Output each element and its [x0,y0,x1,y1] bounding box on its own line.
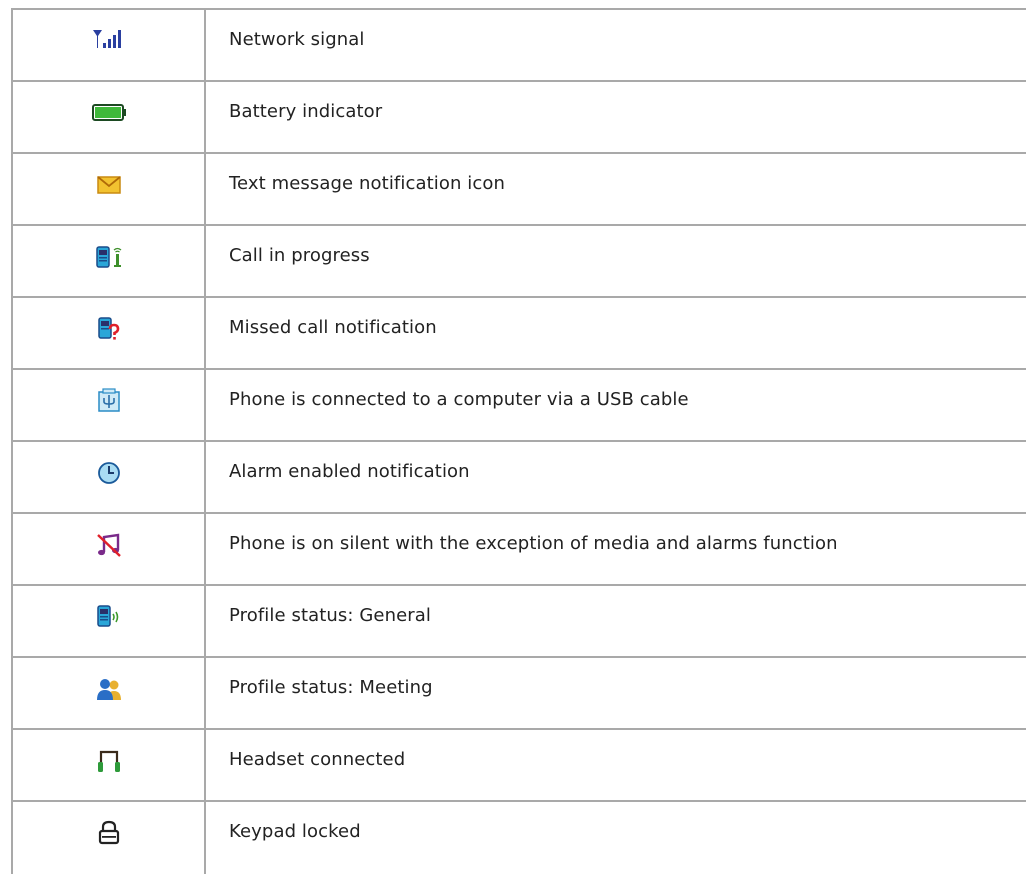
row-label: Phone is on silent with the exception of… [229,533,838,554]
headset-icon [89,746,129,776]
table-row: Keypad locked [13,802,1026,874]
icon-cell [13,82,206,152]
row-label: Battery indicator [229,101,383,122]
icon-cell [13,802,206,874]
missed-call-icon [89,314,129,344]
table-row: Profile status: Meeting [13,658,1026,730]
icon-cell [13,10,206,80]
table-row: Call in progress [13,226,1026,298]
row-label: Call in progress [229,245,370,266]
icon-cell [13,658,206,728]
row-label: Missed call notification [229,317,437,338]
row-label: Keypad locked [229,821,361,842]
icon-cell [13,730,206,800]
row-label: Profile status: Meeting [229,677,433,698]
usb-icon [89,386,129,416]
network-signal-icon [90,26,128,52]
row-label: Headset connected [229,749,406,770]
icon-cell [13,514,206,584]
table-row: Phone is on silent with the exception of… [13,514,1026,586]
table-row: Profile status: General [13,586,1026,658]
icon-cell [13,370,206,440]
status-icons-table: Network signal Battery indicator Text me… [11,8,1026,874]
table-row: Phone is connected to a computer via a U… [13,370,1026,442]
profile-general-icon [89,602,129,632]
row-label: Network signal [229,29,365,50]
alarm-clock-icon [89,458,129,488]
silent-icon [89,530,129,560]
icon-cell [13,298,206,368]
row-label: Alarm enabled notification [229,461,470,482]
battery-icon [89,98,129,124]
row-label: Text message notification icon [229,173,506,194]
table-row: Text message notification icon [13,154,1026,226]
table-row: Headset connected [13,730,1026,802]
padlock-icon [89,818,129,848]
row-label: Phone is connected to a computer via a U… [229,389,689,410]
table-row: Missed call notification [13,298,1026,370]
table-row: Battery indicator [13,82,1026,154]
row-label: Profile status: General [229,605,432,626]
icon-cell [13,586,206,656]
profile-meeting-icon [89,674,129,704]
envelope-icon [89,170,129,198]
call-in-progress-icon [89,242,129,272]
icon-cell [13,154,206,224]
table-row: Alarm enabled notification [13,442,1026,514]
icon-cell [13,442,206,512]
table-row: Network signal [13,10,1026,82]
icon-cell [13,226,206,296]
